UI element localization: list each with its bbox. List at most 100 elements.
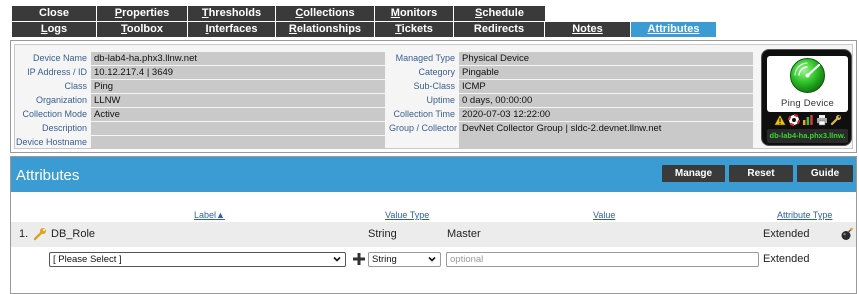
field-label: Collection Mode	[22, 109, 87, 119]
tab-bar: Close Properties Thresholds Collections …	[12, 6, 716, 37]
device-badge[interactable]: Ping Device db-lab4-ha.phx3.llnw.	[761, 49, 852, 146]
value-type-select[interactable]: String	[368, 252, 441, 267]
field-organization: Organization LLNW	[15, 94, 385, 107]
field-device-name: Device Name db-lab4-ha.phx3.llnw.net	[15, 52, 385, 65]
field-label: Organization	[35, 95, 87, 105]
tab-toolbox[interactable]: Toolbox	[97, 22, 188, 37]
column-header-value-type[interactable]: Value Type	[385, 210, 429, 220]
tab-redirects[interactable]: Redirects	[454, 22, 545, 37]
field-value: ICMP	[459, 80, 753, 93]
field-uptime: Uptime 0 days, 00:00:00	[389, 94, 753, 107]
column-header-value[interactable]: Value	[593, 210, 615, 220]
column-header-attribute-type[interactable]: Attribute Type	[777, 210, 832, 220]
field-value: Ping	[91, 80, 385, 93]
field-label: Class	[64, 81, 87, 91]
field-label: Description	[41, 123, 87, 133]
tab-label: hresholds	[208, 7, 262, 19]
tab-collections[interactable]: Collections	[276, 6, 375, 21]
field-value: LLNW	[91, 94, 385, 107]
field-collection-time: Collection Time 2020-07-03 12:22:00	[389, 108, 753, 121]
tab-label: onitors	[399, 7, 438, 19]
delete-bomb-icon[interactable]	[840, 227, 854, 244]
tab-hotkey: L	[40, 23, 48, 35]
tab-label: Redirects	[473, 23, 525, 35]
tab-label: nterfaces	[208, 23, 258, 35]
manage-button[interactable]: Manage	[662, 165, 725, 182]
field-device-hostname: Device Hostname	[15, 136, 385, 149]
bar-chart-icon[interactable]	[802, 114, 814, 126]
device-badge-screen: Ping Device	[767, 56, 848, 112]
tab-attributes[interactable]: Attributes	[631, 22, 716, 37]
tab-label: ogs	[47, 23, 68, 35]
attributes-header: Attributes Manage Reset Guide	[11, 157, 856, 192]
lifebuoy-icon[interactable]	[787, 114, 800, 126]
field-group-collector: Group / Collector DevNet Collector Group…	[389, 122, 753, 149]
field-value: DevNet Collector Group | sldc-2.devnet.l…	[459, 122, 753, 149]
row-index: 1.	[19, 228, 29, 240]
table-row: 1. DB_Role String Master Extended	[11, 222, 856, 247]
tab-monitors[interactable]: Monitors	[375, 6, 454, 21]
field-value	[91, 122, 385, 135]
device-type-label: Ping Device	[781, 98, 834, 109]
tab-label: ickets	[401, 23, 433, 35]
field-class: Class Ping	[15, 80, 385, 93]
tab-row-secondary: Logs Toolbox Interfaces Relationships Ti…	[12, 22, 716, 37]
tab-hotkey: N	[572, 23, 581, 35]
tab-relationships[interactable]: Relationships	[276, 22, 375, 37]
chevron-down-icon	[428, 256, 436, 262]
tab-hotkey: M	[390, 7, 400, 19]
field-managed-type: Managed Type Physical Device	[389, 52, 753, 65]
tab-schedule[interactable]: Schedule	[454, 6, 545, 21]
tab-logs[interactable]: Logs	[12, 22, 97, 37]
field-label: Managed Type	[395, 53, 455, 63]
field-description: Description	[15, 122, 385, 135]
tab-thresholds[interactable]: Thresholds	[188, 6, 276, 21]
new-attribute-row: [ Please Select ] String optional Extend…	[11, 252, 856, 270]
chevron-down-icon	[333, 256, 341, 262]
printer-icon[interactable]	[816, 114, 828, 126]
tab-hotkey: R	[288, 23, 297, 35]
attributes-title: Attributes	[16, 167, 80, 184]
value-input[interactable]: optional	[446, 252, 759, 267]
tab-notes[interactable]: Notes	[545, 22, 631, 37]
label-select[interactable]: [ Please Select ]	[49, 252, 346, 267]
warning-icon[interactable]	[773, 114, 786, 126]
field-value: 0 days, 00:00:00	[459, 94, 753, 107]
field-label: Uptime	[426, 95, 455, 105]
value-type-select-value: String	[372, 254, 397, 265]
tab-close[interactable]: Close	[12, 6, 97, 21]
field-label: Category	[418, 67, 455, 77]
device-name-plate: db-lab4-ha.phx3.llnw.	[767, 129, 848, 143]
tab-label: oolbox	[126, 23, 163, 35]
edit-icon[interactable]	[33, 227, 47, 244]
add-icon[interactable]	[352, 252, 366, 269]
tab-interfaces[interactable]: Interfaces	[188, 22, 276, 37]
field-category: Category Pingable	[389, 66, 753, 79]
device-tool-icons	[766, 114, 849, 127]
field-value: Physical Device	[459, 52, 753, 65]
reset-button[interactable]: Reset	[729, 165, 793, 182]
field-value	[91, 136, 385, 149]
tab-label: ttributes	[655, 23, 700, 35]
wrench-icon[interactable]	[830, 114, 842, 126]
field-value: 10.12.217.4 | 3649	[91, 66, 385, 79]
tab-label: roperties	[122, 7, 170, 19]
row-label: DB_Role	[51, 228, 96, 240]
field-value: Pingable	[459, 66, 753, 79]
tab-label: ollections	[303, 7, 355, 19]
ping-status-icon	[790, 58, 825, 93]
tab-label: elationships	[296, 23, 362, 35]
row-value: Master	[447, 228, 481, 240]
tab-label: chedule	[482, 7, 524, 19]
guide-button[interactable]: Guide	[797, 165, 853, 182]
field-label: Group / Collector	[389, 123, 458, 133]
tab-hotkey: T	[201, 7, 209, 19]
field-value: 2020-07-03 12:22:00	[459, 108, 753, 121]
tab-tickets[interactable]: Tickets	[375, 22, 454, 37]
attributes-panel: Attributes Manage Reset Guide Label▲ Val…	[10, 156, 857, 294]
column-header-label[interactable]: Label▲	[194, 210, 225, 220]
field-value: Active	[91, 108, 385, 121]
field-collection-mode: Collection Mode Active	[15, 108, 385, 121]
tab-properties[interactable]: Properties	[97, 6, 188, 21]
device-info-panel: Device Name db-lab4-ha.phx3.llnw.net IP …	[10, 40, 857, 153]
